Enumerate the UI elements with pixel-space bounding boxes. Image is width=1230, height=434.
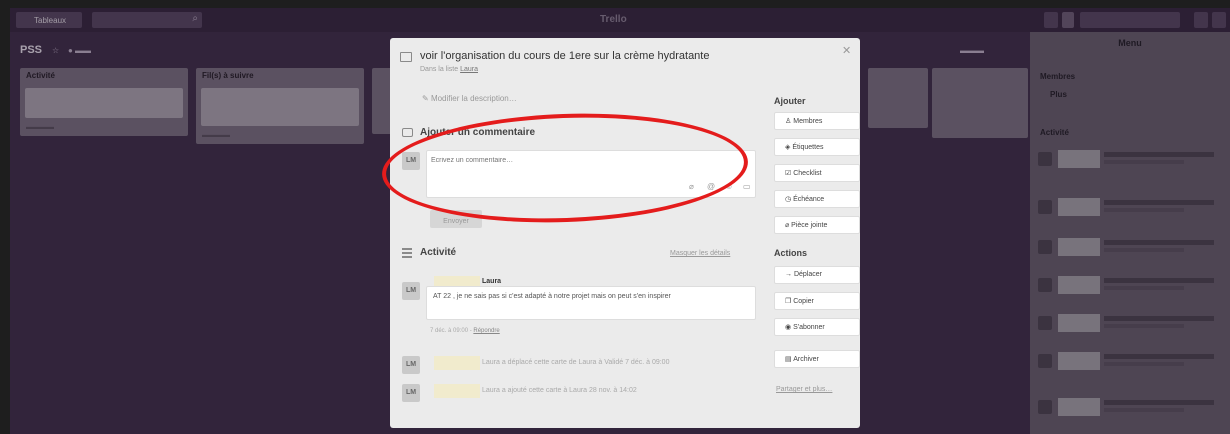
eye-icon: ◉	[785, 324, 794, 331]
activity-entry-text: Laura a ajouté cette carte à Laura	[482, 387, 588, 394]
add-section-title: Ajouter	[774, 96, 806, 106]
card-list-info: Dans la liste Laura	[420, 66, 478, 73]
activity-entry-time[interactable]: 7 déc. à 09:00	[625, 359, 669, 366]
checklist-button[interactable]: ☑ Checklist	[774, 164, 860, 182]
avatar: LM	[402, 282, 420, 300]
attachment-label: Pièce jointe	[791, 222, 828, 229]
subscribe-label: S'abonner	[793, 324, 825, 331]
close-icon[interactable]: ✕	[842, 44, 851, 57]
comment-text: AT 22 , je ne sais pas si c'est adapté à…	[426, 286, 756, 320]
card-icon	[400, 52, 412, 62]
subscribe-button[interactable]: ◉ S'abonner	[774, 318, 860, 336]
due-date-button[interactable]: ◷ Échéance	[774, 190, 860, 208]
archive-button[interactable]: ▤ Archiver	[774, 350, 860, 368]
redacted-name	[434, 384, 480, 398]
checklist-label: Checklist	[793, 170, 822, 177]
user-icon: ♙	[785, 118, 794, 125]
in-list-prefix: Dans la liste	[420, 66, 459, 73]
comment-author[interactable]: Laura	[482, 278, 501, 285]
card-detail-modal: ✕ voir l'organisation du cours de 1ere s…	[390, 38, 860, 428]
activity-icon	[402, 248, 412, 258]
in-list-link[interactable]: Laura	[460, 66, 478, 73]
clock-icon: ◷	[785, 196, 794, 203]
checklist-icon: ☑	[785, 170, 794, 177]
activity-entry: Laura a déplacé cette carte de Laura à V…	[482, 359, 669, 366]
labels-button[interactable]: ◈ Étiquettes	[774, 138, 860, 156]
comment-time: 7 déc. à 09:00 -	[430, 328, 472, 334]
due-date-label: Échéance	[793, 196, 825, 203]
move-label: Déplacer	[793, 271, 822, 278]
actions-section-title: Actions	[774, 248, 808, 258]
share-more-link[interactable]: Partager et plus…	[776, 386, 832, 393]
members-label: Membres	[793, 118, 823, 125]
archive-label: Archiver	[793, 356, 819, 363]
activity-entry-time[interactable]: 28 nov. à 14:02	[589, 387, 637, 394]
move-button[interactable]: → Déplacer	[774, 266, 860, 284]
reply-link[interactable]: Répondre	[473, 328, 499, 334]
trello-window: Tableaux ⌕ Trello PSS ☆ ● ▬▬ ▬▬▬ Activit…	[10, 8, 1230, 434]
activity-entry: Laura a ajouté cette carte à Laura 28 no…	[482, 387, 637, 394]
members-button[interactable]: ♙ Membres	[774, 112, 860, 130]
arrow-right-icon: →	[785, 271, 794, 278]
edit-description-label: Modifier la description…	[430, 94, 517, 103]
copy-label: Copier	[793, 298, 814, 305]
copy-button[interactable]: ❐ Copier	[774, 292, 860, 310]
archive-icon: ▤	[785, 356, 794, 363]
avatar: LM	[402, 384, 420, 402]
card-title[interactable]: voir l'organisation du cours de 1ere sur…	[420, 50, 709, 62]
card-link-icon[interactable]: ▭	[743, 182, 751, 191]
activity-entry-text: Laura a déplacé cette carte de Laura à V…	[482, 359, 624, 366]
hide-details-link[interactable]: Masquer les détails	[670, 250, 730, 257]
attachment-button[interactable]: ⌀ Pièce jointe	[774, 216, 860, 234]
labels-label: Étiquettes	[792, 144, 824, 151]
comment-meta: 7 déc. à 09:00 - Répondre	[430, 328, 500, 334]
copy-icon: ❐	[785, 298, 794, 305]
redacted-name	[434, 356, 480, 370]
comment-icon	[402, 128, 413, 137]
pencil-icon: ✎	[422, 94, 431, 103]
avatar: LM	[402, 356, 420, 374]
activity-title: Activité	[420, 247, 457, 258]
edit-description-link[interactable]: ✎ Modifier la description…	[422, 94, 517, 103]
